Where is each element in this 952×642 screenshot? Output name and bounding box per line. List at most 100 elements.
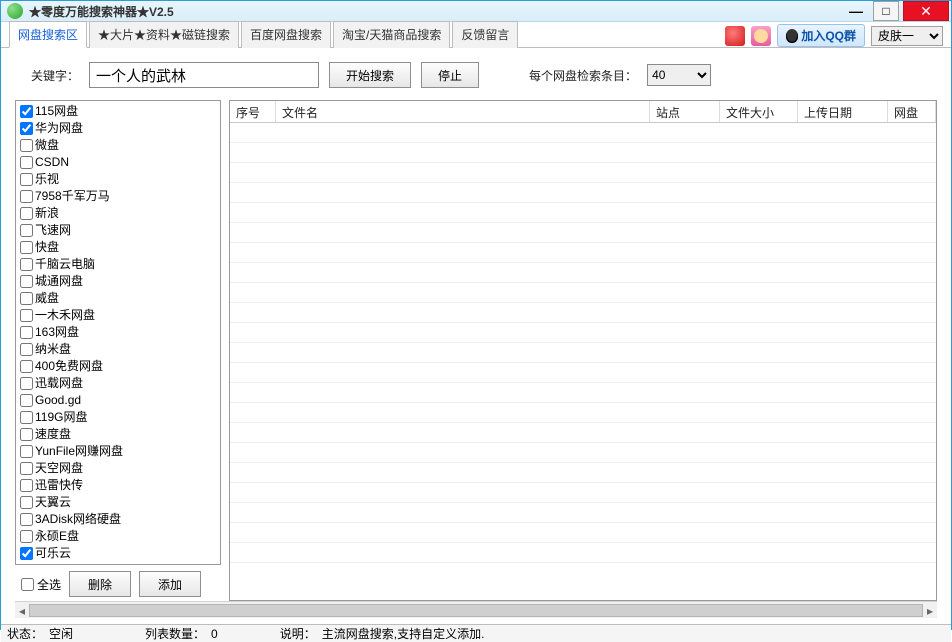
- pan-item[interactable]: 可乐云: [16, 545, 220, 562]
- pan-item-checkbox[interactable]: [20, 394, 33, 407]
- join-qq-group-button[interactable]: 加入QQ群: [777, 24, 865, 47]
- window-title: ★零度万能搜索神器★V2.5: [29, 3, 174, 20]
- pan-item-checkbox[interactable]: [20, 479, 33, 492]
- col-filesize[interactable]: 文件大小: [720, 101, 798, 122]
- pan-item-checkbox[interactable]: [20, 428, 33, 441]
- pan-item-checkbox[interactable]: [20, 241, 33, 254]
- pan-item-checkbox[interactable]: [20, 445, 33, 458]
- pan-item[interactable]: 迅雷快传: [16, 477, 220, 494]
- status-desc-label: 说明：: [280, 625, 316, 642]
- pan-item[interactable]: CSDN: [16, 154, 220, 171]
- pan-item[interactable]: 163网盘: [16, 324, 220, 341]
- keyword-label: 关键字：: [31, 67, 79, 84]
- pan-item-checkbox[interactable]: [20, 275, 33, 288]
- select-all-checkbox[interactable]: 全选: [21, 576, 61, 593]
- col-upload-date[interactable]: 上传日期: [798, 101, 888, 122]
- pan-item[interactable]: YunFile网赚网盘: [16, 443, 220, 460]
- delete-button[interactable]: 删除: [69, 571, 131, 597]
- pan-item[interactable]: 3ADisk网络硬盘: [16, 511, 220, 528]
- pan-item-checkbox[interactable]: [20, 377, 33, 390]
- pan-item-checkbox[interactable]: [20, 343, 33, 356]
- horizontal-scrollbar[interactable]: ◂ ▸: [15, 601, 937, 618]
- app-icon: [7, 3, 23, 19]
- pan-item-checkbox[interactable]: [20, 326, 33, 339]
- pan-item-checkbox[interactable]: [20, 258, 33, 271]
- results-header: 序号 文件名 站点 文件大小 上传日期 网盘: [230, 101, 936, 123]
- scroll-thumb[interactable]: [29, 604, 923, 617]
- pan-item[interactable]: 119G网盘: [16, 409, 220, 426]
- pan-item-checkbox[interactable]: [20, 513, 33, 526]
- tab-magnet-search[interactable]: ★大片★资料★磁链搜索: [89, 21, 239, 48]
- pan-item-checkbox[interactable]: [20, 530, 33, 543]
- qq-avatar-icon[interactable]: [725, 26, 745, 46]
- stop-search-button[interactable]: 停止: [421, 62, 479, 88]
- select-all-input[interactable]: [21, 578, 34, 591]
- table-row: [230, 463, 936, 483]
- pan-item[interactable]: 华为网盘: [16, 120, 220, 137]
- pan-item-checkbox[interactable]: [20, 411, 33, 424]
- pan-item-checkbox[interactable]: [20, 207, 33, 220]
- pan-item[interactable]: 天翼云: [16, 494, 220, 511]
- add-button[interactable]: 添加: [139, 571, 201, 597]
- pan-item[interactable]: 城通网盘: [16, 273, 220, 290]
- pan-item-label: YunFile网赚网盘: [35, 443, 123, 460]
- col-filename[interactable]: 文件名: [276, 101, 650, 122]
- pan-item[interactable]: 天空网盘: [16, 460, 220, 477]
- pan-item-checkbox[interactable]: [20, 224, 33, 237]
- pan-item-checkbox[interactable]: [20, 173, 33, 186]
- tab-pan-search[interactable]: 网盘搜索区: [9, 21, 87, 48]
- perpage-select[interactable]: 40: [647, 64, 711, 86]
- pan-item-checkbox[interactable]: [20, 292, 33, 305]
- pan-item[interactable]: 7958千军万马: [16, 188, 220, 205]
- table-row: [230, 243, 936, 263]
- pan-item-label: 乐视: [35, 171, 59, 188]
- close-button[interactable]: ✕: [903, 1, 949, 21]
- pan-item[interactable]: 115网盘: [16, 103, 220, 120]
- scroll-left-arrow-icon[interactable]: ◂: [15, 602, 29, 619]
- keyword-input[interactable]: [89, 62, 319, 88]
- pan-item[interactable]: Good.gd: [16, 392, 220, 409]
- pan-item-checkbox[interactable]: [20, 139, 33, 152]
- pan-item[interactable]: 速度盘: [16, 426, 220, 443]
- col-seq[interactable]: 序号: [230, 101, 276, 122]
- pan-item[interactable]: 400免费网盘: [16, 358, 220, 375]
- col-site[interactable]: 站点: [650, 101, 720, 122]
- tab-feedback[interactable]: 反馈留言: [452, 21, 518, 48]
- pan-item[interactable]: 新浪: [16, 205, 220, 222]
- pan-item[interactable]: 迅载网盘: [16, 375, 220, 392]
- pan-item-checkbox[interactable]: [20, 547, 33, 560]
- pan-item[interactable]: 永硕E盘: [16, 528, 220, 545]
- pan-item[interactable]: 威盘: [16, 290, 220, 307]
- pan-item[interactable]: 飞速网: [16, 222, 220, 239]
- col-pan[interactable]: 网盘: [888, 101, 936, 122]
- pan-item-checkbox[interactable]: [20, 105, 33, 118]
- pan-item-checkbox[interactable]: [20, 462, 33, 475]
- start-search-button[interactable]: 开始搜索: [329, 62, 411, 88]
- pan-item[interactable]: 乐视: [16, 171, 220, 188]
- pan-item-checkbox[interactable]: [20, 122, 33, 135]
- results-body[interactable]: [230, 123, 936, 600]
- scroll-right-arrow-icon[interactable]: ▸: [923, 602, 937, 619]
- skin-select[interactable]: 皮肤一: [871, 26, 943, 46]
- table-row: [230, 123, 936, 143]
- pan-item-checkbox[interactable]: [20, 190, 33, 203]
- pan-item-label: 7958千军万马: [35, 188, 110, 205]
- pan-item[interactable]: 微盘: [16, 137, 220, 154]
- pan-source-list[interactable]: 115网盘华为网盘微盘CSDN乐视7958千军万马新浪飞速网快盘千脑云电脑城通网…: [15, 100, 221, 565]
- maximize-button[interactable]: □: [873, 1, 899, 21]
- pan-item[interactable]: 快盘: [16, 239, 220, 256]
- pan-item-label: 可乐云: [35, 545, 71, 562]
- pan-item-checkbox[interactable]: [20, 360, 33, 373]
- tab-taobao-search[interactable]: 淘宝/天猫商品搜索: [333, 21, 450, 48]
- pan-item-checkbox[interactable]: [20, 309, 33, 322]
- tab-baidu-search[interactable]: 百度网盘搜索: [241, 21, 331, 48]
- user-avatar-icon[interactable]: [751, 26, 771, 46]
- left-panel: 115网盘华为网盘微盘CSDN乐视7958千军万马新浪飞速网快盘千脑云电脑城通网…: [15, 100, 221, 601]
- pan-item-checkbox[interactable]: [20, 156, 33, 169]
- pan-item-label: 115网盘: [35, 103, 78, 120]
- pan-item[interactable]: 纳米盘: [16, 341, 220, 358]
- minimize-button[interactable]: —: [843, 1, 869, 21]
- pan-item-checkbox[interactable]: [20, 496, 33, 509]
- pan-item[interactable]: 千脑云电脑: [16, 256, 220, 273]
- pan-item[interactable]: 一木禾网盘: [16, 307, 220, 324]
